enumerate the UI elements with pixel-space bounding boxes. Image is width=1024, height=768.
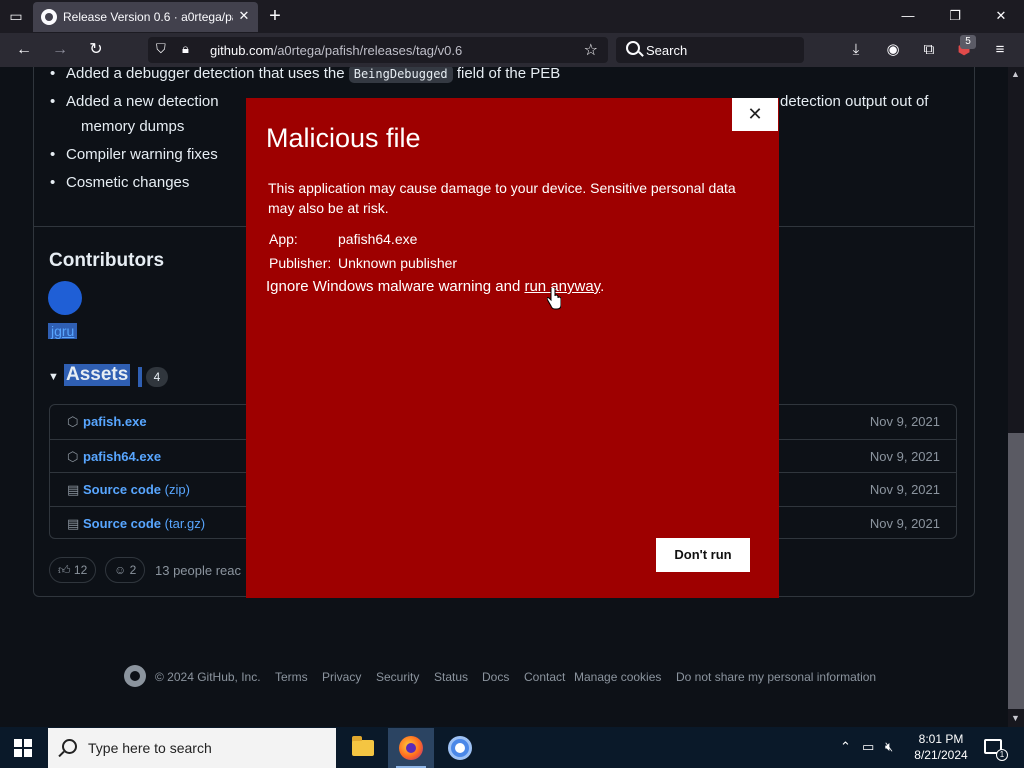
- menu-hamburger-icon[interactable]: ≡: [989, 39, 1011, 61]
- bookmark-star-icon[interactable]: ☆: [584, 40, 598, 60]
- asset-date: Nov 9, 2021: [869, 449, 940, 464]
- folder-icon: [352, 736, 374, 756]
- smile-reaction[interactable]: ☺ 2: [105, 557, 146, 583]
- taskbar: Type here to search ⌃ ▭ 🔇︎ 8:01 PM 8/21/…: [0, 727, 1024, 768]
- asset-link[interactable]: Source code (tar.gz): [83, 516, 205, 531]
- tray-chevron-up-icon[interactable]: ⌃: [840, 739, 851, 755]
- dialog-body-text: This application may cause damage to you…: [268, 180, 736, 216]
- github-logo-icon[interactable]: [124, 665, 146, 687]
- dialog-close-button[interactable]: ✕: [732, 98, 778, 131]
- back-arrow-icon[interactable]: ←: [13, 39, 35, 61]
- taskbar-search-placeholder: Type here to search: [88, 740, 212, 756]
- asset-link[interactable]: Source code (zip): [83, 482, 190, 497]
- run-anyway-link[interactable]: run anyway: [524, 278, 600, 295]
- account-icon[interactable]: ◉: [882, 39, 904, 61]
- publisher-value: Unknown publisher: [338, 255, 458, 271]
- dialog-title: Malicious file: [266, 123, 421, 153]
- scroll-down-arrow-icon[interactable]: ▼: [1011, 713, 1020, 723]
- footer-link-contact[interactable]: Contact: [524, 670, 565, 684]
- malware-warning-dialog: ✕ Malicious file This application may ca…: [246, 98, 779, 598]
- tab-release[interactable]: Release Version 0.6 · a0rtega/pafish ✕: [33, 2, 258, 32]
- tab-bar: ▭ Release Version 0.6 · a0rtega/pafish ✕…: [0, 0, 1024, 33]
- nav-bar: ← → ↻ ⛉ 🔒︎ github.com/a0rtega/pafish/rel…: [0, 33, 1024, 67]
- footer-link-privacy[interactable]: Privacy: [322, 670, 361, 684]
- footer-link-status[interactable]: Status: [434, 670, 468, 684]
- scrollbar-thumb[interactable]: [1008, 433, 1024, 709]
- contributor-link[interactable]: jgru: [48, 323, 78, 339]
- contributors-heading: Contributors: [49, 250, 165, 271]
- footer-link-manage-cookies[interactable]: Manage cookies: [574, 670, 661, 684]
- firefox-icon: [399, 736, 423, 760]
- extensions-icon[interactable]: ⧉: [918, 39, 940, 61]
- app-value: pafish64.exe: [338, 231, 418, 247]
- footer-link-security[interactable]: Security: [376, 670, 419, 684]
- release-note-item-continued: detection output out of: [764, 89, 929, 114]
- firefox-taskbar-button[interactable]: [388, 728, 434, 768]
- release-note-item: Added a debugger detection that uses the…: [50, 67, 560, 87]
- minimize-icon[interactable]: —: [893, 6, 923, 26]
- caret-down-icon[interactable]: ▼: [48, 371, 59, 383]
- search-placeholder: Search: [646, 43, 688, 58]
- asset-link[interactable]: pafish64.exe: [83, 449, 161, 464]
- avatar[interactable]: [48, 281, 82, 315]
- notification-count-badge: 1: [996, 749, 1008, 761]
- release-note-item: Cosmetic changes: [50, 170, 189, 195]
- reaction-summary: 13 people reac: [155, 563, 242, 578]
- footer-link-terms[interactable]: Terms: [275, 670, 308, 684]
- file-zip-icon: ▤: [67, 482, 80, 497]
- tab-close-icon[interactable]: ✕: [236, 8, 252, 24]
- search-bar[interactable]: Search: [616, 37, 804, 63]
- tab-title: Release Version 0.6 · a0rtega/pafish: [63, 10, 233, 24]
- download-icon[interactable]: ⤓: [845, 39, 867, 61]
- asset-date: Nov 9, 2021: [869, 516, 940, 531]
- lock-icon[interactable]: 🔒︎: [182, 41, 189, 57]
- asset-link[interactable]: pafish.exe: [83, 414, 147, 429]
- url-bar[interactable]: ⛉ 🔒︎ github.com/a0rtega/pafish/releases/…: [148, 37, 608, 63]
- tab-list-icon[interactable]: ▭: [6, 7, 26, 25]
- thumbs-up-reaction[interactable]: 👍︎ 12: [49, 557, 97, 583]
- publisher-label: Publisher:: [269, 255, 332, 271]
- asset-date: Nov 9, 2021: [869, 482, 940, 497]
- release-note-item: Compiler warning fixes: [50, 142, 218, 167]
- page-scrollbar[interactable]: ▲ ▼: [1008, 67, 1024, 727]
- search-icon: [626, 41, 640, 55]
- thumbs-up-icon: 👍︎: [58, 563, 71, 577]
- new-tab-plus-icon[interactable]: +: [265, 5, 285, 27]
- file-zip-icon: ▤: [67, 516, 80, 531]
- release-note-item-wrap: memory dumps: [81, 118, 185, 135]
- search-icon: [62, 739, 77, 754]
- taskbar-clock[interactable]: 8:01 PM 8/21/2024: [908, 731, 974, 763]
- forward-arrow-icon[interactable]: →: [49, 39, 71, 61]
- scroll-up-arrow-icon[interactable]: ▲: [1011, 69, 1020, 79]
- extension-badge: 5: [960, 35, 976, 49]
- app-label: App:: [269, 231, 298, 247]
- assets-heading[interactable]: Assets: [64, 364, 131, 386]
- assets-count-badge: 4: [138, 367, 168, 387]
- smile-icon: ☺: [114, 563, 127, 577]
- footer-link-do-not-share[interactable]: Do not share my personal information: [676, 670, 876, 684]
- taskbar-search-box[interactable]: Type here to search: [48, 728, 336, 768]
- github-icon: [41, 9, 57, 25]
- shield-icon[interactable]: ⛉: [156, 41, 166, 57]
- dont-run-button[interactable]: Don't run: [656, 538, 750, 572]
- url-text[interactable]: github.com/a0rtega/pafish/releases/tag/v…: [210, 43, 462, 58]
- browser-icon: [448, 736, 472, 760]
- clock-time: 8:01 PM: [918, 732, 964, 746]
- footer-copyright: © 2024 GitHub, Inc.: [155, 670, 261, 684]
- restore-icon[interactable]: ❐: [940, 6, 970, 26]
- clock-date: 8/21/2024: [914, 748, 968, 762]
- network-icon[interactable]: ▭: [862, 739, 874, 755]
- hand-cursor-icon: [547, 288, 561, 310]
- volume-muted-icon[interactable]: 🔇︎: [885, 739, 893, 755]
- footer-link-docs[interactable]: Docs: [482, 670, 509, 684]
- package-icon: ⬡: [67, 449, 79, 464]
- chrome-taskbar-button[interactable]: [437, 728, 483, 768]
- asset-date: Nov 9, 2021: [869, 414, 940, 429]
- file-explorer-taskbar-button[interactable]: [340, 728, 386, 768]
- windows-start-icon[interactable]: [14, 739, 32, 757]
- release-note-item: Added a new detection: [50, 89, 219, 114]
- window-close-icon[interactable]: ✕: [986, 6, 1016, 26]
- reload-icon[interactable]: ↻: [85, 39, 107, 61]
- package-icon: ⬡: [67, 414, 79, 429]
